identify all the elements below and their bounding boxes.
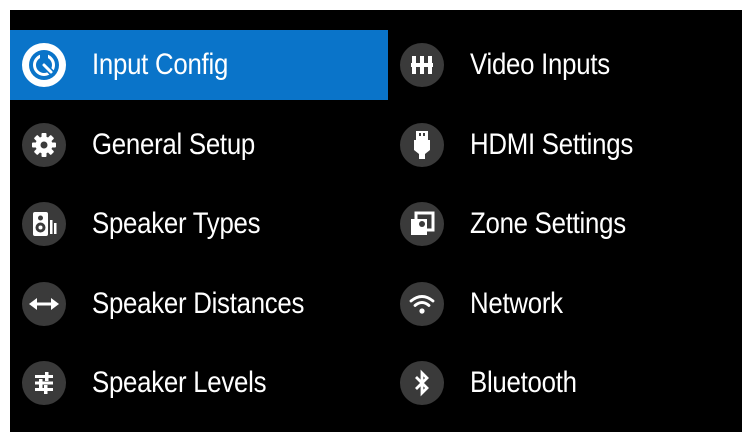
menu-item-bluetooth[interactable]: Bluetooth <box>388 348 742 418</box>
speaker-icon <box>22 202 66 246</box>
bluetooth-icon <box>400 361 444 405</box>
menu-item-network[interactable]: Network <box>388 269 742 339</box>
wrench-icon <box>22 43 66 87</box>
menu-column-left: Input Config General Setup Speaker Types… <box>10 30 388 428</box>
menu-item-general-setup[interactable]: General Setup <box>10 110 388 180</box>
wifi-icon <box>400 281 444 326</box>
menu-item-label: Zone Settings <box>470 207 626 240</box>
menu-item-zone-settings[interactable]: Zone Settings <box>388 189 742 259</box>
menu-item-label: Speaker Distances <box>92 286 305 320</box>
menu-item-label: Speaker Levels <box>92 366 267 399</box>
double-arrow-icon <box>22 281 66 326</box>
menu-item-speaker-distances[interactable]: Speaker Distances <box>10 269 388 339</box>
sliders-icon <box>22 361 66 405</box>
setup-menu-screen: Input Config General Setup Speaker Types… <box>10 10 742 432</box>
menu-item-label: Speaker Types <box>92 207 261 240</box>
menu-item-hdmi-settings[interactable]: HDMI Settings <box>388 110 742 180</box>
menu-item-input-config[interactable]: Input Config <box>10 30 388 100</box>
menu-item-label: Network <box>470 286 563 320</box>
menu-item-label: Video Inputs <box>470 48 610 81</box>
hdmi-plug-icon <box>400 122 444 167</box>
menu-item-video-inputs[interactable]: Video Inputs <box>388 30 742 100</box>
video-input-connector-icon <box>400 43 444 87</box>
menu-item-label: General Setup <box>92 127 256 161</box>
menu-item-speaker-types[interactable]: Speaker Types <box>10 189 388 259</box>
gear-icon <box>22 122 66 167</box>
menu-item-label: HDMI Settings <box>470 127 633 161</box>
menu-item-label: Bluetooth <box>470 366 577 399</box>
menu-item-speaker-levels[interactable]: Speaker Levels <box>10 348 388 418</box>
menu-column-right: Video Inputs HDMI Settings Zone Settings… <box>388 30 742 428</box>
zone-icon <box>400 202 444 246</box>
menu-item-label: Input Config <box>92 48 229 81</box>
